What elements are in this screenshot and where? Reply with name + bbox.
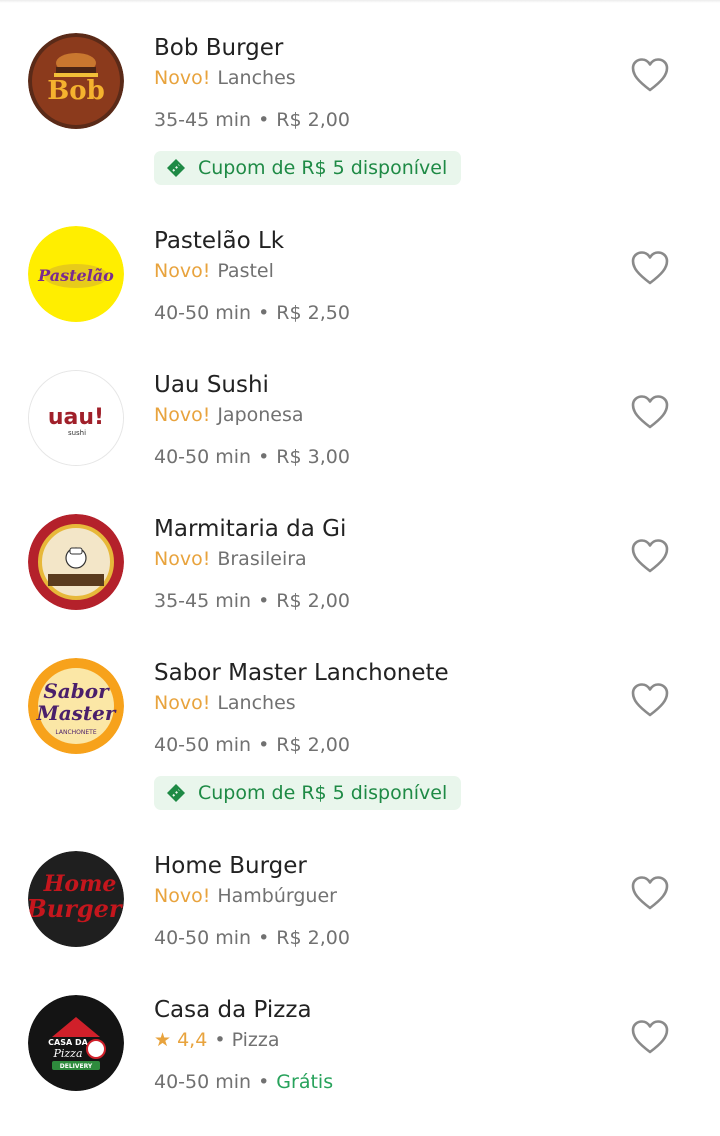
restaurant-category: Hambúrguer: [217, 885, 337, 907]
delivery-fee: R$ 2,00: [276, 734, 350, 756]
new-badge: Novo!: [154, 885, 211, 907]
favorite-button[interactable]: [630, 538, 670, 574]
separator: •: [258, 109, 270, 131]
delivery-fee: Grátis: [276, 1071, 334, 1093]
delivery-info: 40-50 min • R$ 2,00: [154, 732, 350, 758]
restaurant-logo: Pastelão: [28, 226, 124, 322]
favorite-button[interactable]: [630, 394, 670, 430]
restaurant-category: Lanches: [217, 692, 296, 714]
restaurant-subtitle: ★ 4,4 • Pizza: [154, 1027, 280, 1053]
heart-outline-icon: [631, 539, 669, 573]
coupon-badge: Cupom de R$ 5 disponível: [154, 151, 462, 185]
coupon-text: Cupom de R$ 5 disponível: [198, 157, 448, 179]
delivery-fee: R$ 2,00: [276, 927, 350, 949]
heart-outline-icon: [631, 58, 669, 92]
heart-outline-icon: [631, 683, 669, 717]
restaurant-name: Bob Burger: [154, 35, 284, 61]
restaurant-name: Casa da Pizza: [154, 997, 312, 1023]
heart-outline-icon: [631, 876, 669, 910]
separator: •: [258, 1071, 270, 1093]
restaurant-category: Japonesa: [217, 404, 304, 426]
logo-subtext: DELIVERY: [60, 1063, 93, 1070]
restaurant-name: Home Burger: [154, 853, 307, 879]
logo-text-secondary: Burger: [28, 894, 124, 923]
delivery-fee: R$ 3,00: [276, 446, 350, 468]
favorite-button[interactable]: [630, 1019, 670, 1055]
new-badge: Novo!: [154, 692, 211, 714]
heart-outline-icon: [631, 1020, 669, 1054]
logo-text: CASA DA: [48, 1038, 88, 1047]
separator: •: [258, 734, 270, 756]
logo-text: Bob: [47, 76, 105, 106]
restaurant-subtitle: Novo! Lanches: [154, 65, 296, 91]
delivery-fee: R$ 2,50: [276, 302, 350, 324]
separator: •: [214, 1029, 226, 1051]
separator: •: [258, 446, 270, 468]
logo-subtext: LANCHONETE: [55, 729, 96, 736]
restaurant-name: Uau Sushi: [154, 372, 269, 398]
restaurant-category: Pastel: [217, 260, 274, 282]
delivery-info: 35-45 min • R$ 2,00: [154, 588, 350, 614]
restaurant-subtitle: Novo! Japonesa: [154, 402, 304, 428]
ticket-icon: [166, 158, 186, 178]
separator: •: [258, 590, 270, 612]
delivery-fee: R$ 2,00: [276, 590, 350, 612]
delivery-time: 40-50 min: [154, 1071, 252, 1093]
restaurant-name: Sabor Master Lanchonete: [154, 660, 449, 686]
restaurant-name: Pastelão Lk: [154, 228, 285, 254]
favorite-button[interactable]: [630, 57, 670, 93]
logo-text: uau!: [48, 405, 104, 430]
restaurant-logo: [28, 514, 124, 610]
restaurant-subtitle: Novo! Hambúrguer: [154, 883, 337, 909]
delivery-info: 35-45 min • R$ 2,00: [154, 107, 350, 133]
new-badge: Novo!: [154, 67, 211, 89]
favorite-button[interactable]: [630, 875, 670, 911]
restaurant-logo: Home Burger: [28, 851, 124, 947]
restaurant-list: Bob Bob Burger Novo! Lanches 35-45 min • R$…: [0, 0, 720, 1136]
delivery-fee: R$ 2,00: [276, 109, 350, 131]
logo-text-secondary: Pizza: [52, 1047, 82, 1060]
delivery-time: 40-50 min: [154, 446, 252, 468]
star-icon: ★: [154, 1029, 172, 1051]
delivery-time: 40-50 min: [154, 927, 252, 949]
restaurant-subtitle: Novo! Lanches: [154, 690, 296, 716]
new-badge: Novo!: [154, 404, 211, 426]
ticket-icon: [166, 783, 186, 803]
separator: •: [258, 927, 270, 949]
new-badge: Novo!: [154, 260, 211, 282]
delivery-time: 40-50 min: [154, 302, 252, 324]
delivery-time: 35-45 min: [154, 109, 252, 131]
restaurant-category: Lanches: [217, 67, 296, 89]
restaurant-subtitle: Novo! Brasileira: [154, 546, 307, 572]
logo-text: Sabor: [43, 679, 110, 703]
delivery-info: 40-50 min • R$ 2,50: [154, 300, 350, 326]
restaurant-subtitle: Novo! Pastel: [154, 258, 274, 284]
heart-outline-icon: [631, 251, 669, 285]
coupon-text: Cupom de R$ 5 disponível: [198, 782, 448, 804]
restaurant-logo: Sabor Master LANCHONETE: [28, 658, 124, 754]
favorite-button[interactable]: [630, 250, 670, 286]
restaurant-logo: CASA DA Pizza DELIVERY: [28, 995, 124, 1091]
coupon-badge: Cupom de R$ 5 disponível: [154, 776, 462, 810]
separator: •: [258, 302, 270, 324]
logo-text: Pastelão: [37, 266, 114, 285]
rating-value: 4,4: [177, 1029, 208, 1051]
restaurant-logo: Bob: [28, 33, 124, 129]
heart-outline-icon: [631, 395, 669, 429]
favorite-button[interactable]: [630, 682, 670, 718]
delivery-info: 40-50 min • R$ 2,00: [154, 925, 350, 951]
delivery-info: 40-50 min • R$ 3,00: [154, 444, 350, 470]
delivery-info: 40-50 min • Grátis: [154, 1069, 333, 1095]
restaurant-category: Pizza: [231, 1029, 280, 1051]
restaurant-category: Brasileira: [217, 548, 307, 570]
delivery-time: 35-45 min: [154, 590, 252, 612]
logo-text-secondary: Master: [36, 701, 117, 725]
logo-subtext: sushi: [68, 429, 86, 437]
restaurant-logo: uau! sushi: [28, 370, 124, 466]
delivery-time: 40-50 min: [154, 734, 252, 756]
new-badge: Novo!: [154, 548, 211, 570]
restaurant-name: Marmitaria da Gi: [154, 516, 347, 542]
